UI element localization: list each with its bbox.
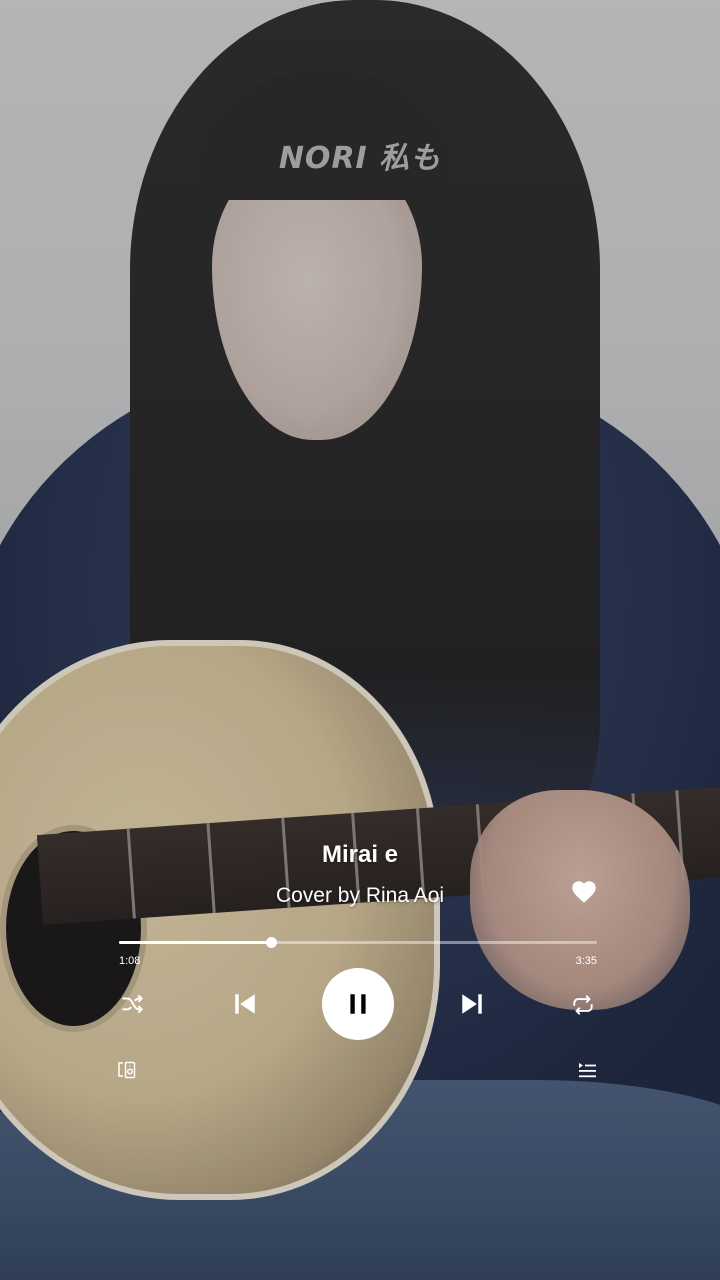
- progress-bar[interactable]: [119, 937, 597, 948]
- devices-icon: [118, 1061, 136, 1079]
- next-button[interactable]: [455, 986, 489, 1022]
- queue-button[interactable]: [574, 1058, 600, 1082]
- background-dim-overlay: [0, 0, 720, 1280]
- skip-previous-icon: [235, 994, 255, 1014]
- song-artist: Cover by Rina Aoi: [275, 884, 445, 907]
- previous-button[interactable]: [228, 986, 262, 1022]
- now-playing-screen: NORI 私も Mirai e Cover by Rina Aoi 1:08 3…: [0, 0, 720, 1280]
- pause-icon: [350, 994, 366, 1014]
- shuffle-icon: [122, 994, 143, 1014]
- devices-button[interactable]: [113, 1057, 143, 1083]
- total-duration: 3:35: [575, 955, 597, 967]
- queue-icon: [579, 1063, 596, 1078]
- song-title: Mirai e: [321, 841, 399, 868]
- elapsed-time: 1:08: [119, 955, 141, 967]
- skip-next-icon: [462, 994, 482, 1014]
- heart-icon[interactable]: [570, 878, 598, 906]
- repeat-icon: [573, 995, 593, 1015]
- watermark-text: NORI 私も: [278, 141, 442, 176]
- progress-bar-fill: [119, 941, 272, 944]
- shuffle-button[interactable]: [116, 988, 150, 1022]
- repeat-button[interactable]: [566, 988, 600, 1022]
- play-pause-button[interactable]: [322, 968, 394, 1040]
